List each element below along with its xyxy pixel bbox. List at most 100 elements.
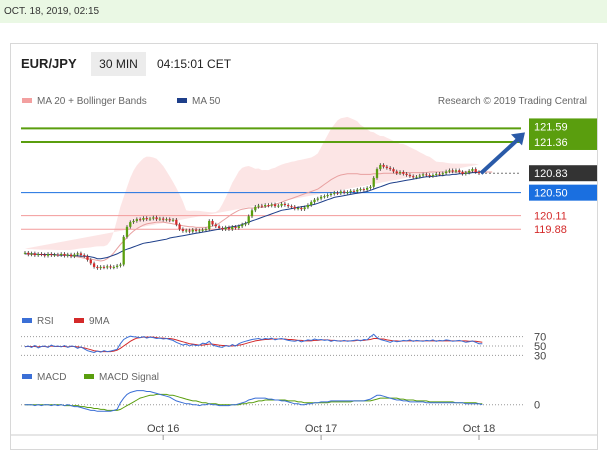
candle	[425, 174, 428, 176]
candle	[106, 266, 109, 268]
candle	[175, 219, 178, 225]
candle	[194, 229, 198, 231]
candle	[306, 205, 310, 208]
legend-swatch-ma50	[177, 98, 187, 103]
candle	[152, 217, 155, 219]
level-label-119.88: 119.88	[534, 224, 567, 236]
candle	[79, 253, 83, 256]
candle	[158, 218, 162, 220]
candle	[155, 217, 158, 220]
candle	[224, 227, 227, 230]
candle	[135, 219, 138, 221]
candle	[319, 196, 323, 199]
legend-swatch-rsi-ma	[74, 318, 84, 323]
candle	[359, 189, 362, 191]
candle	[339, 191, 342, 194]
candle	[99, 266, 102, 269]
candle	[280, 203, 283, 206]
candle	[122, 236, 125, 265]
candle	[198, 230, 201, 232]
candle	[244, 223, 247, 225]
candle	[326, 195, 329, 197]
candle	[310, 202, 313, 206]
chart-panel: EUR/JPY 30 MIN 04:15:01 CET MA 20 + Boll…	[10, 43, 598, 450]
candle	[142, 218, 145, 220]
candle	[346, 192, 349, 194]
candle	[303, 207, 306, 210]
candle	[277, 205, 280, 207]
legend-rsi: RSI	[37, 316, 54, 327]
candle	[264, 205, 267, 207]
candle	[227, 227, 231, 230]
candle	[270, 204, 273, 206]
candle	[23, 252, 27, 254]
candle	[267, 205, 270, 207]
candle	[46, 253, 50, 256]
candle	[395, 171, 398, 174]
candle	[162, 218, 165, 220]
candle	[214, 224, 217, 227]
candle	[92, 263, 96, 267]
candle	[145, 218, 148, 220]
candle	[56, 254, 60, 256]
candle	[69, 254, 73, 257]
candle	[313, 199, 316, 203]
level-label-120.50: 120.50	[534, 188, 568, 200]
candle	[402, 172, 405, 174]
candle	[464, 172, 467, 174]
legend-swatch-macd-signal	[84, 374, 94, 379]
candle	[379, 164, 382, 170]
level-label-121.36: 121.36	[534, 137, 568, 149]
candle	[96, 266, 99, 269]
candle	[356, 189, 359, 192]
candle	[217, 226, 221, 229]
candle	[171, 219, 175, 221]
candle	[441, 173, 444, 175]
candle	[448, 170, 451, 172]
candle	[247, 216, 250, 224]
candle	[467, 170, 471, 173]
candle	[477, 172, 481, 174]
candle	[211, 220, 214, 225]
candle	[296, 207, 300, 209]
candle	[204, 229, 208, 231]
candle	[382, 164, 385, 167]
rsi-tick: 30	[534, 350, 546, 362]
macd-tick: 0	[534, 400, 540, 412]
legend-bollinger: MA 20 + Bollinger Bands	[37, 96, 147, 107]
candle	[66, 254, 69, 256]
candle	[178, 224, 181, 230]
candle	[254, 206, 257, 211]
candle	[43, 254, 46, 256]
forecast-arrow-shaft	[479, 136, 521, 175]
candle	[30, 253, 33, 255]
candle	[293, 206, 296, 209]
candle	[148, 218, 152, 220]
candle	[240, 224, 244, 227]
candle	[458, 170, 461, 173]
candle	[352, 190, 356, 192]
candle	[40, 253, 43, 255]
candle	[208, 220, 211, 230]
candle	[76, 253, 79, 255]
candle	[474, 169, 477, 173]
legend-swatch-bollinger	[22, 98, 32, 103]
candle	[372, 177, 375, 187]
candle	[342, 191, 346, 193]
candle	[231, 226, 234, 230]
candle	[125, 226, 129, 237]
candle	[273, 204, 277, 207]
candle	[63, 253, 66, 256]
candle	[168, 219, 171, 221]
candle	[221, 228, 224, 230]
candle	[201, 229, 204, 231]
candle	[385, 166, 389, 168]
candle	[287, 205, 290, 207]
candle	[139, 219, 142, 221]
candle	[323, 196, 326, 198]
candle	[260, 205, 264, 207]
x-tick-label: Oct 17	[305, 423, 337, 435]
candle	[290, 206, 293, 208]
legend-macd-signal: MACD Signal	[99, 372, 159, 383]
candle	[165, 219, 168, 221]
